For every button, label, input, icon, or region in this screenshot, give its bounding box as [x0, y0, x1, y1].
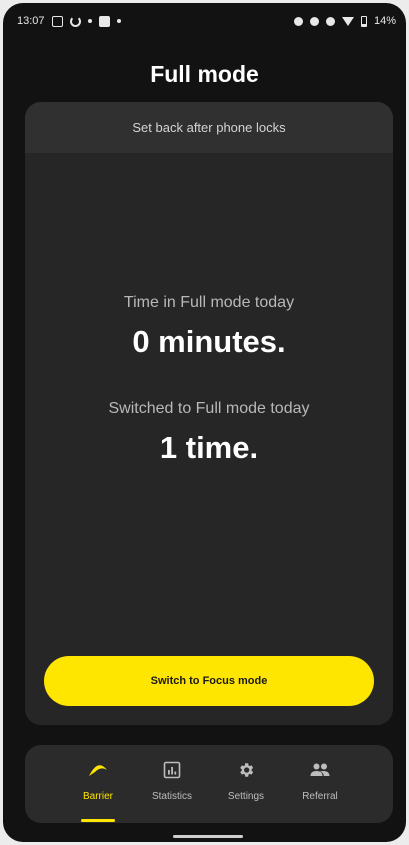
notification-icon — [51, 15, 63, 27]
phone-screen: 13:07 14% Full mode Set back after phone… — [3, 3, 406, 842]
alarm-icon — [293, 16, 303, 26]
time-label: Time in Full mode today — [123, 294, 295, 311]
power-icon — [69, 15, 81, 27]
active-indicator — [81, 819, 115, 822]
switch-count-label: Switched to Full mode today — [108, 400, 310, 417]
nav-label-settings: Settings — [227, 791, 265, 802]
dnd-icon — [325, 16, 335, 26]
nav-label-referral: Referral — [302, 791, 338, 802]
switch-count-value: 1 time. — [159, 430, 259, 465]
people-icon — [309, 759, 331, 781]
nav-item-barrier[interactable]: Barrier — [61, 759, 135, 823]
battery-icon — [360, 15, 367, 27]
nav-label-statistics: Statistics — [151, 791, 192, 802]
status-time: 13:07 — [17, 15, 45, 27]
status-bar: 13:07 14% — [3, 3, 406, 39]
dot-icon — [116, 19, 121, 23]
card-header-label: Set back after phone locks — [132, 120, 286, 135]
vibrate-icon — [309, 16, 319, 26]
card-header[interactable]: Set back after phone locks — [25, 102, 393, 153]
nav-item-referral[interactable]: Referral — [283, 759, 357, 823]
status-bar-left: 13:07 — [17, 15, 121, 27]
page-title: Full mode — [150, 61, 259, 87]
mode-card: Set back after phone locks Time in Full … — [25, 102, 393, 725]
bottom-navigation: Barrier Statistics Settings Referral — [25, 745, 393, 823]
linkedin-icon — [98, 15, 110, 27]
barrier-icon — [87, 759, 109, 781]
gear-icon — [235, 759, 257, 781]
statistics-icon — [161, 759, 183, 781]
wifi-icon — [341, 16, 354, 26]
battery-percent: 14% — [373, 15, 396, 27]
nav-item-settings[interactable]: Settings — [209, 759, 283, 823]
nav-label-barrier: Barrier — [82, 791, 113, 802]
dot-icon — [87, 19, 92, 23]
nav-item-statistics[interactable]: Statistics — [135, 759, 209, 823]
switch-to-focus-button[interactable]: Switch to Focus mode — [44, 656, 374, 706]
time-value: 0 minutes. — [132, 324, 286, 359]
home-indicator[interactable] — [173, 835, 243, 838]
status-bar-right: 14% — [293, 15, 396, 27]
